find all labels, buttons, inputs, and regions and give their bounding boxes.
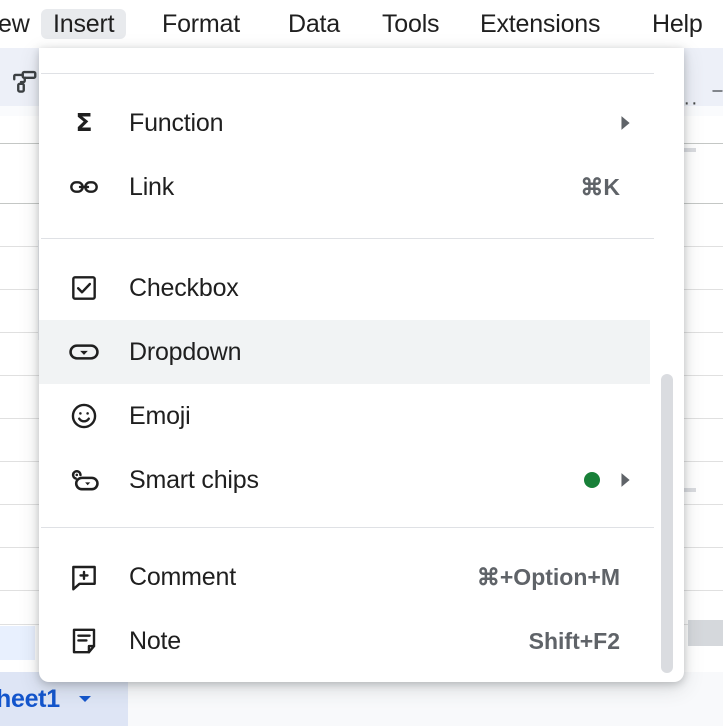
menu-item-emoji[interactable]: Emoji: [39, 384, 650, 448]
menu-item-label: Checkbox: [129, 273, 239, 302]
grid-cell-shaded[interactable]: [688, 620, 723, 646]
dropdown-icon: [39, 335, 129, 369]
comment-plus-icon: [39, 561, 129, 593]
row-header-tick: [683, 488, 696, 492]
more-options-icon: ··: [683, 92, 699, 114]
menu-item-label: Comment: [129, 562, 236, 591]
smart-chips-icon: [39, 463, 129, 497]
menu-item-label: Emoji: [129, 401, 191, 430]
menu-data-label: Data: [288, 9, 341, 38]
menu-item-comment[interactable]: Comment ⌘+Option+M: [39, 545, 650, 609]
insert-menu-list: Σ Function Link ⌘K Checkbox Dropdown Emoji Smar…: [39, 48, 684, 682]
row-header-tick: [683, 148, 696, 152]
menu-item-label: Link: [129, 172, 175, 201]
menu-format-label: Format: [162, 9, 240, 38]
menu-format[interactable]: Format: [150, 9, 252, 39]
grid-cell-selected[interactable]: [0, 626, 35, 660]
svg-text:Σ: Σ: [75, 108, 92, 137]
submenu-arrow-icon: [616, 112, 650, 134]
menu-item-label: Smart chips: [129, 465, 259, 494]
menu-view-clipped-label: ew: [0, 9, 30, 38]
menu-extensions-label: Extensions: [480, 9, 601, 38]
menu-item-checkbox[interactable]: Checkbox: [39, 256, 650, 320]
menu-view-clipped[interactable]: ew: [0, 9, 42, 39]
menu-scrollbar-thumb[interactable]: [661, 374, 673, 673]
menu-item-shortcut: Shift+F2: [528, 627, 620, 654]
menu-data[interactable]: Data: [276, 9, 352, 39]
menu-item-dropdown[interactable]: Dropdown: [39, 320, 650, 384]
menu-help-label: Help: [652, 9, 703, 38]
sigma-icon: Σ: [39, 108, 129, 138]
spreadsheet-app-window: ·· heet1 ew Insert Format Data Tools Extensio…: [0, 0, 723, 726]
menu-divider: [41, 238, 654, 239]
menu-item-link[interactable]: Link ⌘K: [39, 155, 650, 219]
sheet-tab-label: heet1: [0, 684, 60, 713]
new-feature-badge: [584, 472, 600, 488]
menu-item-label: Function: [129, 108, 224, 137]
menu-tools-label: Tools: [382, 9, 440, 38]
note-icon: [39, 625, 129, 657]
insert-menu-popup: Σ Function Link ⌘K Checkbox Dropdown Emoji Smar…: [39, 48, 684, 682]
menu-scrollbar-track[interactable]: [661, 56, 673, 674]
menu-extensions[interactable]: Extensions: [468, 9, 612, 39]
menu-item-smart-chips[interactable]: Smart chips: [39, 448, 650, 512]
menu-item-label: Dropdown: [129, 337, 242, 366]
menu-item-shortcut: ⌘K: [580, 173, 620, 200]
menu-bar: ew Insert Format Data Tools Extensions Help: [0, 0, 723, 48]
menu-tools[interactable]: Tools: [370, 9, 451, 39]
menu-divider: [41, 527, 654, 528]
menu-item-function[interactable]: Σ Function: [39, 91, 650, 155]
link-icon: [39, 171, 129, 203]
checkbox-icon: [39, 272, 129, 304]
emoji-icon: [39, 400, 129, 432]
chevron-down-icon[interactable]: [74, 688, 96, 710]
paint-roller-icon: [9, 68, 39, 98]
menu-item-note[interactable]: Note Shift+F2: [39, 609, 650, 673]
toolbar-caret-icon: [712, 88, 723, 100]
menu-help[interactable]: Help: [640, 9, 715, 39]
submenu-arrow-icon: [616, 469, 650, 491]
menu-item-shortcut: ⌘+Option+M: [476, 563, 620, 590]
menu-insert[interactable]: Insert: [41, 9, 127, 39]
menu-insert-label: Insert: [53, 9, 115, 38]
menu-item-label: Note: [129, 626, 182, 655]
menu-divider: [41, 73, 654, 74]
